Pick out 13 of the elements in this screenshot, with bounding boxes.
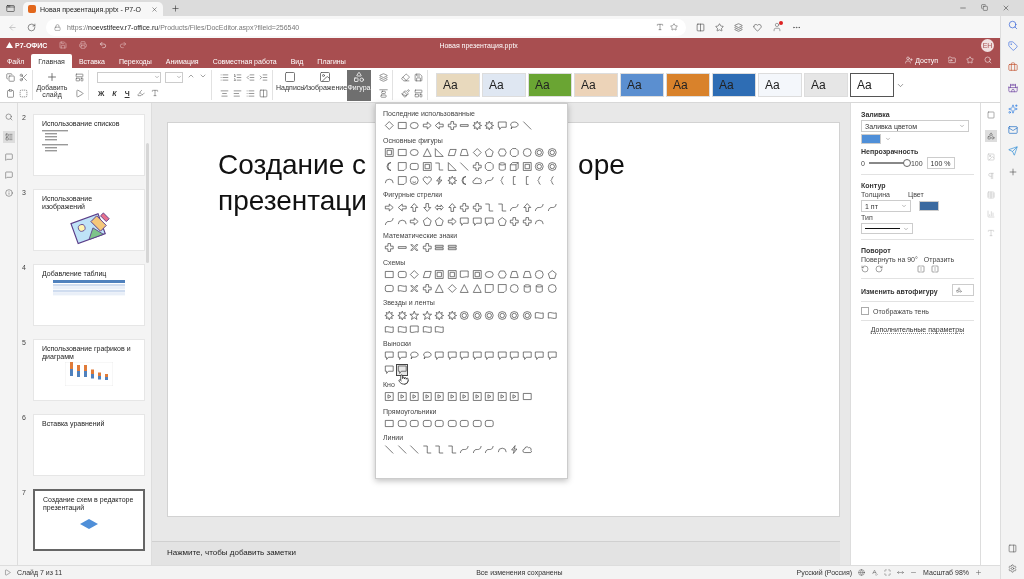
theme-thumbnail[interactable]: Aa [436,73,480,97]
theme-thumbnail[interactable]: Aa [804,73,848,97]
theme-thumbnail[interactable]: Aa [482,73,526,97]
notes-field[interactable]: Нажмите, чтобы добавить заметки [152,541,840,565]
theme-thumbnail[interactable]: Aa [620,73,664,97]
theme-thumbnail[interactable]: Aa [666,73,710,97]
theme-thumbnail[interactable]: Aa [850,73,894,97]
slide-title-text: оре [578,148,625,182]
theme-thumbnail[interactable]: Aa [758,73,802,97]
slide-title-text: презентаци [218,184,367,218]
theme-thumbnail[interactable]: Aa [528,73,572,97]
theme-thumbnail[interactable]: Aa [574,73,618,97]
slide-title-text: Создание с [218,148,367,182]
